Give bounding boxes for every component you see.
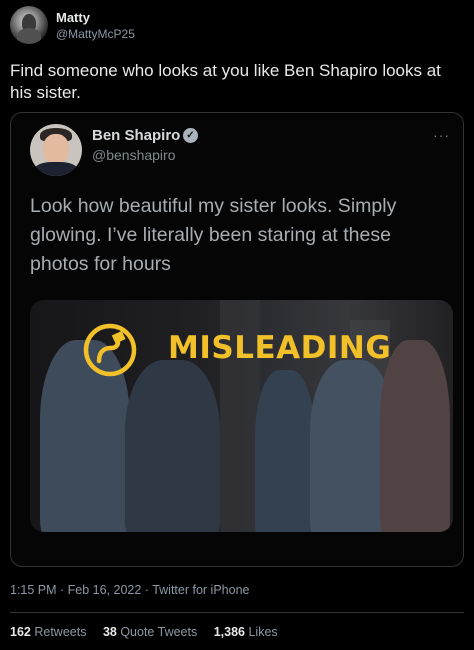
retweets-stat[interactable]: 162 Retweets bbox=[10, 625, 86, 639]
quotes-stat[interactable]: 38 Quote Tweets bbox=[103, 625, 197, 639]
quoted-author-handle[interactable]: @benshapiro bbox=[92, 147, 176, 163]
tweet-text: Find someone who looks at you like Ben S… bbox=[10, 61, 441, 102]
more-options-icon[interactable]: ··· bbox=[433, 127, 450, 143]
tweet-timestamp[interactable]: 1:15 PM · Feb 16, 2022 · Twitter for iPh… bbox=[10, 583, 249, 597]
verified-badge-icon: ✓ bbox=[183, 128, 198, 143]
author-handle[interactable]: @MattyMcP25 bbox=[56, 27, 135, 41]
avatar-figure-body bbox=[17, 28, 41, 44]
likes-stat[interactable]: 1,386 Likes bbox=[214, 625, 278, 639]
quoted-avatar-face bbox=[43, 134, 69, 164]
quoted-avatar-suit bbox=[34, 162, 78, 176]
quoted-tweet-text: Look how beautiful my sister looks. Simp… bbox=[30, 195, 397, 275]
likes-count: 1,386 bbox=[213, 625, 245, 639]
quoted-avatar[interactable] bbox=[30, 124, 82, 176]
avatar[interactable] bbox=[10, 6, 48, 44]
quotes-label: Quote Tweets bbox=[120, 625, 198, 639]
quoted-author-name[interactable]: Ben Shapiro bbox=[92, 127, 180, 144]
likes-label: Likes bbox=[248, 625, 278, 639]
author-name[interactable]: Matty bbox=[56, 10, 90, 25]
misleading-label: MISLEADING bbox=[168, 330, 392, 366]
quoted-tweet-photo[interactable]: MISLEADING bbox=[30, 300, 453, 532]
retweets-label: Retweets bbox=[34, 625, 87, 639]
retweets-count: 162 bbox=[10, 625, 31, 639]
tweet-header: Matty @MattyMcP25 bbox=[10, 6, 464, 46]
quotes-count: 38 bbox=[102, 625, 117, 639]
divider bbox=[10, 612, 464, 613]
engagement-stats: 162 Retweets 38 Quote Tweets 1,386 Likes bbox=[10, 625, 291, 639]
misleading-badge-icon bbox=[83, 323, 137, 377]
